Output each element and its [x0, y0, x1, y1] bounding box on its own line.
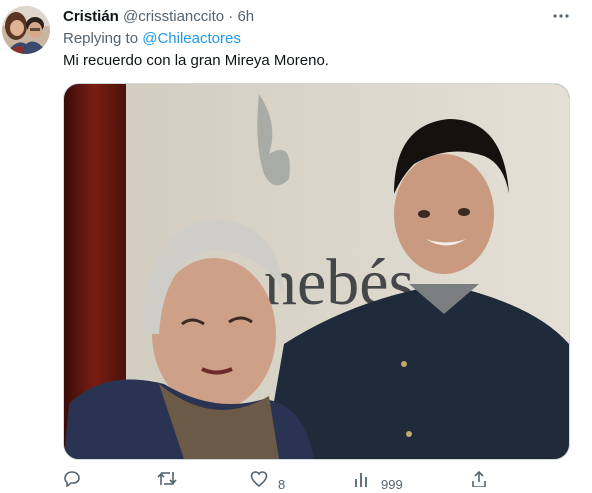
tweet-text: Mi recuerdo con la gran Mireya Moreno. [63, 52, 329, 69]
analytics-icon [355, 473, 367, 487]
separator-dot: · [228, 8, 234, 25]
author-handle[interactable]: @crisstianccito [123, 8, 224, 25]
avatar[interactable] [2, 6, 50, 54]
more-horizontal-icon [553, 14, 569, 18]
reply-icon [64, 471, 80, 487]
photo-image: nebés [64, 84, 569, 459]
like-count: 8 [278, 477, 286, 492]
tweet-actions: 8 999 [63, 470, 543, 492]
replying-to-label: Replying to [63, 30, 139, 47]
reply-button[interactable] [63, 470, 91, 487]
share-button[interactable] [470, 470, 488, 487]
avatar-image [2, 6, 50, 54]
views-count: 999 [381, 477, 403, 492]
replying-to: Replying to @Chileactores [63, 29, 241, 49]
replying-to-mention[interactable]: @Chileactores [142, 30, 241, 47]
share-icon [472, 470, 486, 487]
more-options-button[interactable] [548, 4, 574, 28]
tweet-header: Cristián @crisstianccito · 6h [63, 7, 254, 27]
author-name[interactable]: Cristián [63, 8, 119, 25]
tweet[interactable]: Cristián @crisstianccito · 6h Replying t… [0, 0, 592, 492]
retweet-button[interactable] [156, 470, 188, 487]
retweet-icon [157, 472, 177, 485]
tweet-timestamp[interactable]: 6h [237, 8, 254, 25]
heart-icon [250, 471, 268, 487]
like-button[interactable]: 8 [250, 470, 285, 492]
tweet-photo[interactable]: nebés [63, 83, 570, 460]
views-button[interactable]: 999 [353, 470, 403, 492]
